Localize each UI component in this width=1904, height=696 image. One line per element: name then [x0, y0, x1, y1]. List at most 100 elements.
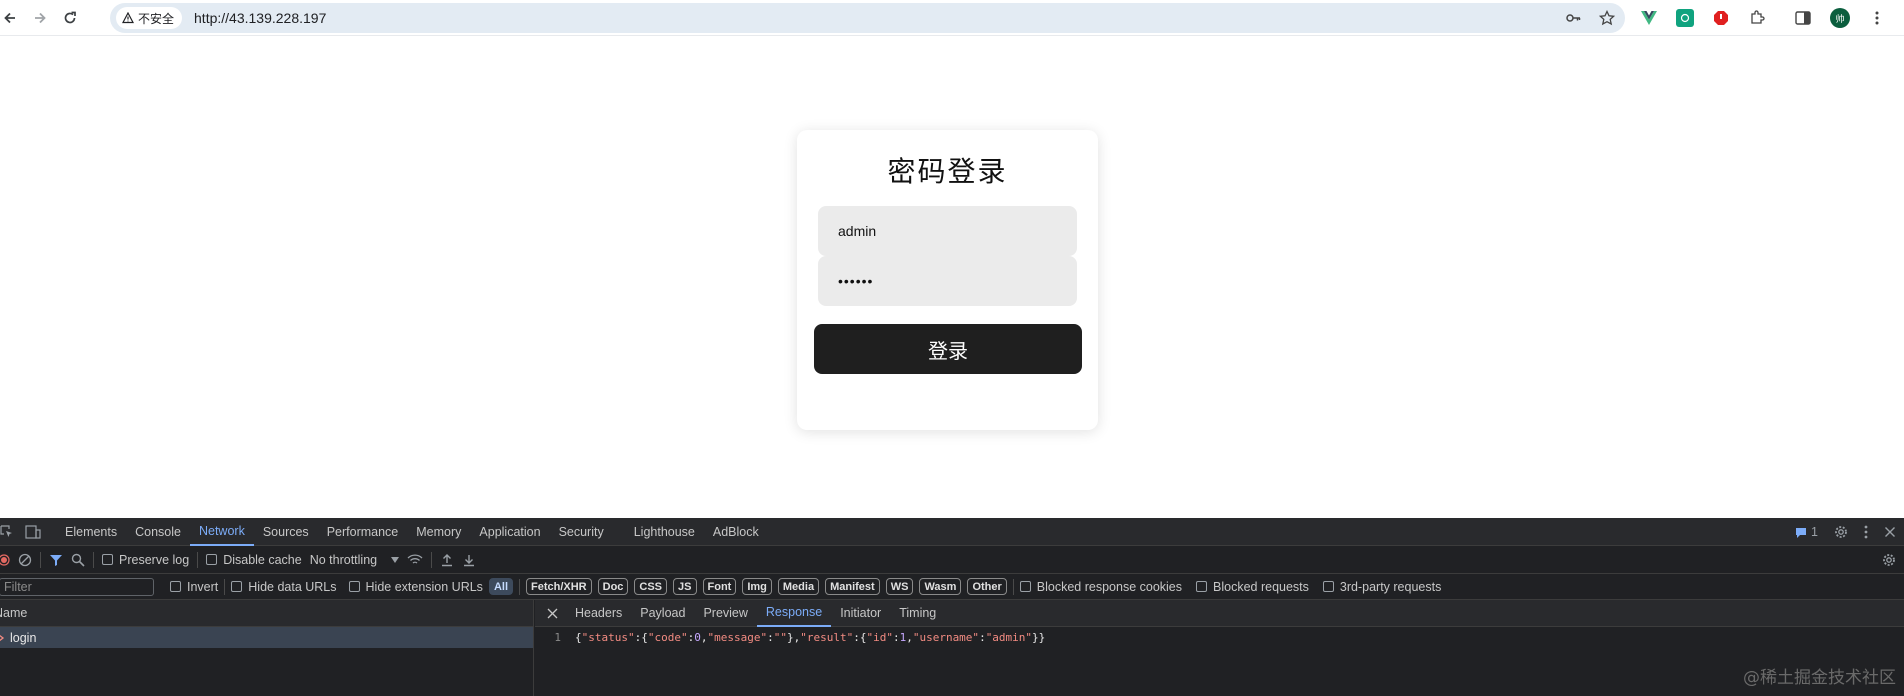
import-har-icon[interactable]	[440, 553, 454, 567]
disable-cache-checkbox[interactable]: Disable cache	[206, 553, 302, 567]
name-column-header[interactable]: Name	[0, 600, 533, 627]
blocked-requests-label: Blocked requests	[1213, 579, 1309, 594]
address-bar[interactable]: 不安全 http://43.139.228.197	[110, 3, 1625, 33]
type-filter-ws[interactable]: WS	[885, 578, 914, 595]
type-filter-media[interactable]: Media	[777, 578, 820, 595]
network-settings-icon[interactable]	[1882, 553, 1896, 567]
toolbar-divider	[197, 551, 199, 568]
reload-button[interactable]	[55, 3, 85, 33]
tab-sources[interactable]: Sources	[254, 518, 318, 546]
response-body[interactable]: 1 {"status":{"code":0,"message":""},"res…	[535, 627, 1904, 644]
extensions-puzzle-icon[interactable]	[1748, 9, 1766, 27]
devtools-menu-icon[interactable]	[1864, 525, 1868, 539]
throttling-value: No throttling	[309, 552, 378, 567]
xhr-type-icon	[0, 634, 5, 641]
password-input[interactable]: ••••••	[818, 256, 1077, 306]
type-filter-font[interactable]: Font	[702, 578, 737, 595]
url-text[interactable]: http://43.139.228.197	[194, 10, 326, 26]
tab-security[interactable]: Security	[550, 518, 613, 546]
invert-checkbox[interactable]: Invert	[170, 580, 218, 594]
third-party-label: 3rd-party requests	[1339, 579, 1442, 594]
back-button[interactable]	[0, 3, 25, 33]
detail-tab-preview[interactable]: Preview	[694, 600, 756, 627]
login-button[interactable]: 登录	[814, 324, 1082, 374]
chrome-menu-icon[interactable]	[1868, 9, 1886, 27]
page-content: 密码登录 admin •••••• 登录	[0, 37, 1904, 518]
inspect-element-icon[interactable]	[0, 524, 20, 539]
detail-tab-timing[interactable]: Timing	[890, 600, 945, 627]
filter-input[interactable]: Filter	[0, 577, 154, 596]
disable-cache-label: Disable cache	[223, 552, 302, 567]
type-filter-all[interactable]: All	[488, 578, 513, 595]
blocked-response-cookies-checkbox[interactable]: Blocked response cookies	[1019, 580, 1182, 594]
type-filter-js[interactable]: JS	[673, 578, 697, 595]
type-filter-other[interactable]: Other	[967, 578, 1007, 595]
security-label: 不安全	[138, 11, 175, 26]
tab-performance[interactable]: Performance	[318, 518, 408, 546]
key-icon[interactable]	[1565, 10, 1581, 26]
tab-memory[interactable]: Memory	[407, 518, 470, 546]
forward-button[interactable]	[25, 3, 55, 33]
star-icon[interactable]	[1599, 10, 1615, 26]
type-filter-manifest[interactable]: Manifest	[825, 578, 880, 595]
checkbox-box	[231, 581, 243, 592]
type-filter-wasm[interactable]: Wasm	[919, 578, 962, 595]
tab-application[interactable]: Application	[470, 518, 549, 546]
third-party-requests-checkbox[interactable]: 3rd-party requests	[1322, 579, 1442, 594]
checkbox-box	[1322, 581, 1334, 592]
side-panel-icon[interactable]	[1794, 9, 1812, 27]
toolbar-divider	[40, 551, 41, 568]
tab-adblock[interactable]: AdBlock	[704, 518, 768, 546]
issues-count: 1	[1811, 525, 1818, 539]
type-filter-doc[interactable]: Doc	[597, 578, 629, 595]
tab-console[interactable]: Console	[126, 518, 190, 546]
chatgpt-extension-icon[interactable]	[1676, 9, 1694, 27]
close-details-icon[interactable]	[547, 608, 558, 619]
close-devtools-icon[interactable]	[1884, 526, 1896, 538]
filter-funnel-icon[interactable]	[49, 553, 63, 567]
tab-elements[interactable]: Elements	[56, 518, 126, 546]
tab-lighthouse[interactable]: Lighthouse	[625, 518, 704, 546]
clear-icon[interactable]	[18, 553, 32, 567]
login-title: 密码登录	[887, 155, 1008, 188]
detail-tab-payload[interactable]: Payload	[631, 600, 694, 627]
throttling-select[interactable]: No throttling	[309, 552, 400, 567]
warning-icon	[122, 12, 134, 24]
detail-tab-response[interactable]: Response	[756, 600, 832, 627]
tab-network[interactable]: Network	[189, 518, 254, 546]
adblock-icon[interactable]	[1712, 9, 1730, 27]
type-filter-img[interactable]: Img	[742, 578, 772, 595]
filter-bar: Filter Invert Hide data URLs Hide extens…	[0, 574, 1904, 600]
blocked-requests-checkbox[interactable]: Blocked requests	[1196, 580, 1309, 594]
type-filter-fetch-xhr[interactable]: Fetch/XHR	[526, 578, 592, 595]
request-name: login	[10, 630, 37, 645]
detail-tab-initiator[interactable]: Initiator	[831, 600, 890, 627]
export-har-icon[interactable]	[462, 553, 476, 567]
reload-icon	[64, 11, 76, 23]
username-input[interactable]: admin	[818, 206, 1077, 256]
record-stop-icon[interactable]	[0, 553, 10, 566]
security-chip[interactable]: 不安全	[116, 7, 183, 29]
hide-data-urls-checkbox[interactable]: Hide data URLs	[231, 580, 337, 594]
preserve-log-checkbox[interactable]: Preserve log	[102, 553, 189, 567]
arrow-right-icon	[35, 12, 46, 23]
detail-tab-headers[interactable]: Headers	[566, 600, 631, 627]
profile-avatar[interactable]: 帅	[1830, 8, 1850, 28]
type-filter-css[interactable]: CSS	[634, 578, 668, 595]
browser-toolbar: 不安全 http://43.139.228.197 帅	[0, 0, 1904, 36]
settings-gear-icon[interactable]	[1834, 525, 1848, 539]
hide-extension-urls-checkbox[interactable]: Hide extension URLs	[348, 579, 483, 594]
issues-counter[interactable]: 1	[1795, 525, 1818, 539]
checkbox-box	[348, 581, 360, 592]
toolbar-divider	[224, 578, 226, 595]
hide-extension-urls-label: Hide extension URLs	[365, 579, 483, 594]
checkbox-box	[170, 581, 181, 592]
request-row-login[interactable]: login	[0, 627, 533, 648]
device-toolbar-icon[interactable]	[20, 524, 46, 539]
toolbar-divider	[1012, 578, 1014, 595]
toolbar-divider	[519, 578, 520, 595]
network-conditions-icon[interactable]	[407, 553, 423, 566]
vue-devtools-icon[interactable]	[1640, 9, 1658, 27]
devtools-tabbar: Elements Console Network Sources Perform…	[0, 518, 1904, 546]
search-icon[interactable]	[71, 553, 85, 567]
